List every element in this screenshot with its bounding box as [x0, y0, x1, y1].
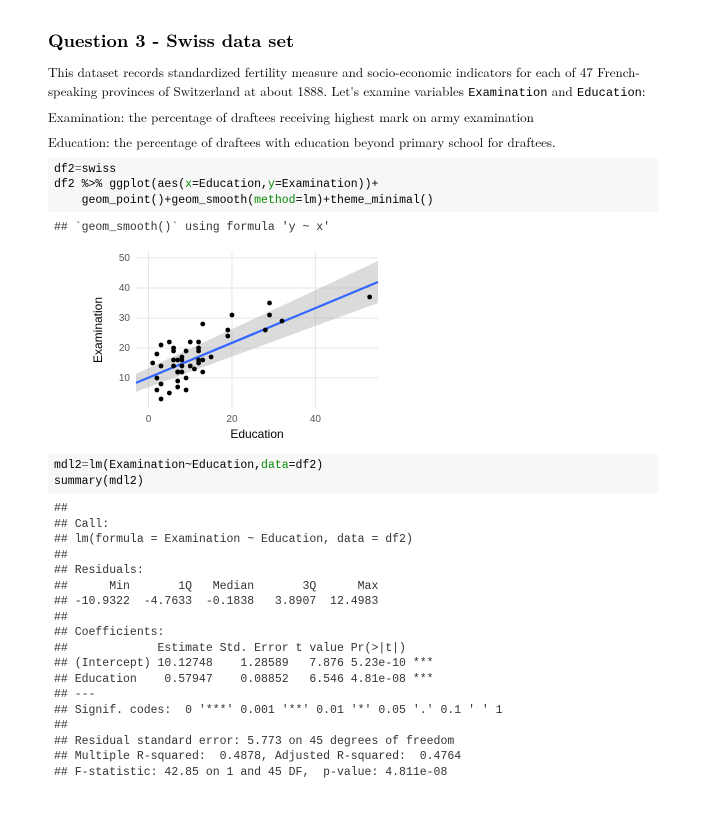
code-token: y	[268, 178, 275, 191]
intro-code-edu: Education	[577, 86, 642, 100]
geom-smooth-message: ## `geom_smooth()` using formula 'y ~ x'	[48, 218, 658, 238]
intro-text-end: :	[642, 81, 646, 100]
code-token: =lm)+theme_minimal()	[296, 194, 434, 207]
intro-paragraph: This dataset records standardized fertil…	[48, 63, 658, 102]
code-token: =df2)	[289, 459, 324, 472]
svg-text:Examination: Examination	[91, 297, 105, 363]
code-token: lm(Examination~Education,	[89, 459, 262, 472]
code-token: summary(mdl2)	[54, 475, 144, 488]
code-token: =	[82, 459, 89, 472]
intro-text-mid: and	[547, 81, 577, 100]
lm-summary-output: ## ## Call: ## lm(formula = Examination …	[48, 499, 658, 782]
code-block-plot: df2=swiss df2 %>% ggplot(aes(x=Education…	[48, 158, 658, 213]
svg-text:20: 20	[226, 414, 238, 425]
svg-text:40: 40	[310, 414, 322, 425]
code-token: =Education,	[192, 178, 268, 191]
svg-text:Education: Education	[230, 427, 283, 441]
code-token: swiss	[82, 163, 117, 176]
code-block-model: mdl2=lm(Examination~Education,data=df2) …	[48, 454, 658, 493]
page-title: Question 3 - Swiss data set	[48, 28, 658, 53]
code-token: x	[185, 178, 192, 191]
svg-text:0: 0	[146, 414, 152, 425]
svg-text:50: 50	[119, 253, 131, 264]
code-token: mdl2	[54, 459, 82, 472]
edu-description: Education: the percentage of draftees wi…	[48, 133, 658, 152]
code-token: method	[254, 194, 295, 207]
svg-text:40: 40	[119, 283, 131, 294]
code-token: =Examination))+	[275, 178, 379, 191]
chart-svg: 0 20 40 10 20 30 40 50 Education Examination	[88, 244, 388, 444]
code-token: =	[75, 163, 82, 176]
code-token: df2	[54, 163, 75, 176]
svg-text:10: 10	[119, 373, 131, 384]
code-token: geom_point()+geom_smooth(	[54, 194, 254, 207]
code-token: df2 %>% ggplot(aes(	[54, 178, 185, 191]
scatter-chart: 0 20 40 10 20 30 40 50 Education Examination	[88, 244, 658, 444]
exam-description: Examination: the percentage of draftees …	[48, 108, 658, 127]
svg-text:20: 20	[119, 343, 131, 354]
svg-text:30: 30	[119, 313, 131, 324]
intro-code-exam: Examination	[468, 86, 547, 100]
code-token: data	[261, 459, 289, 472]
